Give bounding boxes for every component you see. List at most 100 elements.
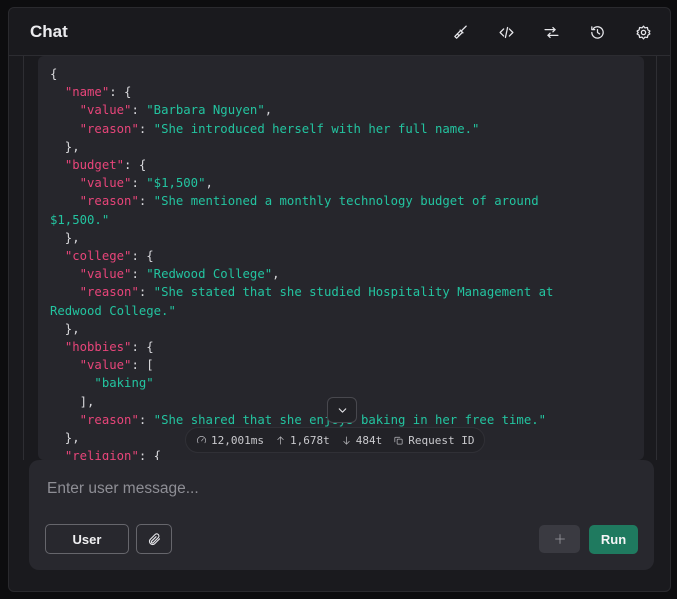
chat-panel: Chat { "name": { "value": "Barbara Nguye…	[8, 7, 671, 592]
user-message-input[interactable]	[47, 480, 637, 498]
code-line: $1,500."	[50, 213, 109, 227]
json-punct: : {	[124, 158, 147, 173]
compare-arrows-icon[interactable]	[539, 20, 563, 44]
json-string: Redwood College."	[50, 303, 176, 318]
message-composer: User Run	[29, 460, 654, 570]
json-punct: },	[50, 321, 80, 336]
attach-button[interactable]	[136, 524, 172, 554]
json-punct: :	[131, 103, 147, 118]
json-punct: :	[131, 176, 147, 191]
json-key: "value"	[79, 358, 132, 373]
code-line: "reason": "She mentioned a monthly techn…	[50, 194, 539, 208]
code-line: "name": {	[50, 85, 132, 100]
json-punct: :	[138, 121, 154, 136]
code-line: "college": {	[50, 249, 154, 263]
json-punct	[50, 376, 94, 390]
latency-stat: 12,001ms	[196, 434, 264, 447]
json-punct: ,	[272, 267, 280, 282]
json-key: "value"	[79, 103, 132, 118]
code-line: "value": "Barbara Nguyen",	[50, 103, 273, 118]
request-id-label: Request ID	[408, 433, 475, 447]
run-button[interactable]: Run	[589, 525, 638, 554]
json-punct: : {	[138, 449, 162, 460]
json-key: "religion"	[64, 449, 139, 460]
json-key: "reason"	[79, 121, 139, 136]
arrow-down-icon	[343, 435, 350, 445]
json-punct: :	[131, 267, 147, 282]
scroll-down-button[interactable]	[327, 397, 357, 423]
output-tokens-stat: 484t	[341, 433, 383, 447]
json-punct: : {	[131, 340, 154, 355]
json-punct	[50, 267, 80, 281]
json-punct	[50, 158, 65, 172]
json-key: "reason"	[79, 412, 139, 427]
code-line: "religion": {	[50, 449, 161, 460]
plus-icon	[554, 534, 565, 544]
chat-header: Chat	[9, 8, 670, 56]
json-string: "baking"	[94, 376, 154, 391]
code-line: },	[50, 140, 80, 154]
code-line: ],	[50, 394, 95, 409]
json-punct	[50, 103, 80, 117]
chat-title: Chat	[30, 22, 68, 41]
json-key: "budget"	[64, 158, 125, 173]
code-line: "value": "Redwood College",	[50, 267, 280, 281]
json-punct: :	[138, 194, 154, 209]
json-punct	[50, 85, 65, 99]
json-punct: : {	[109, 85, 132, 100]
json-string: $1,500."	[50, 212, 110, 227]
input-tokens-value: 1,678t	[289, 433, 330, 447]
json-key: "reason"	[79, 285, 139, 300]
code-line: "baking"	[50, 376, 154, 391]
arrow-up-icon	[277, 435, 284, 445]
json-punct: {	[50, 67, 58, 81]
code-line: "value": "$1,500",	[50, 176, 213, 190]
json-punct: :	[138, 285, 154, 300]
json-punct	[50, 285, 80, 299]
history-icon[interactable]	[585, 20, 609, 44]
json-punct	[50, 122, 80, 136]
json-punct: : {	[131, 249, 154, 264]
json-key: "value"	[79, 267, 132, 282]
json-punct: ],	[50, 394, 95, 409]
json-key: "college"	[64, 249, 132, 264]
json-string: "She mentioned a monthly technology budg…	[153, 194, 539, 209]
code-line: "reason": "She stated that she studied H…	[50, 285, 554, 300]
code-icon[interactable]	[494, 20, 518, 44]
response-stats-bar: 12,001ms 1,678t 484t Request ID	[185, 427, 486, 453]
json-punct: :	[138, 412, 154, 427]
json-string: "She stated that she studied Hospitality…	[153, 285, 554, 300]
add-message-button[interactable]	[539, 525, 580, 553]
json-punct	[50, 413, 80, 427]
broom-icon[interactable]	[448, 20, 472, 44]
gauge-icon	[197, 435, 206, 443]
latency-value: 12,001ms	[211, 433, 264, 447]
json-punct: ,	[264, 103, 273, 118]
code-line: {	[50, 67, 57, 81]
settings-gear-icon[interactable]	[631, 20, 655, 44]
json-punct	[50, 249, 65, 263]
json-punct	[50, 194, 80, 208]
request-id-button[interactable]: Request ID	[393, 434, 474, 447]
code-line: },	[50, 431, 80, 445]
json-punct: },	[50, 230, 80, 245]
json-string: "She introduced herself with her full na…	[153, 121, 480, 136]
copy-icon	[394, 436, 403, 445]
chevron-down-icon	[338, 407, 346, 413]
code-line: },	[50, 231, 80, 245]
json-punct	[50, 176, 80, 190]
paperclip-icon	[148, 532, 160, 545]
json-key: "name"	[64, 85, 110, 100]
json-key: "hobbies"	[64, 340, 132, 355]
code-line: },	[50, 322, 80, 336]
code-line: "reason": "She introduced herself with h…	[50, 121, 480, 136]
json-punct: ,	[205, 176, 213, 191]
code-line: Redwood College."	[50, 304, 176, 318]
role-user-button[interactable]: User	[45, 524, 129, 554]
json-string: "Barbara Nguyen"	[146, 103, 265, 118]
json-punct: },	[50, 139, 80, 154]
output-tokens-value: 484t	[355, 433, 383, 447]
input-tokens-stat: 1,678t	[275, 434, 330, 447]
json-punct	[50, 449, 65, 460]
json-key: "reason"	[79, 194, 139, 209]
